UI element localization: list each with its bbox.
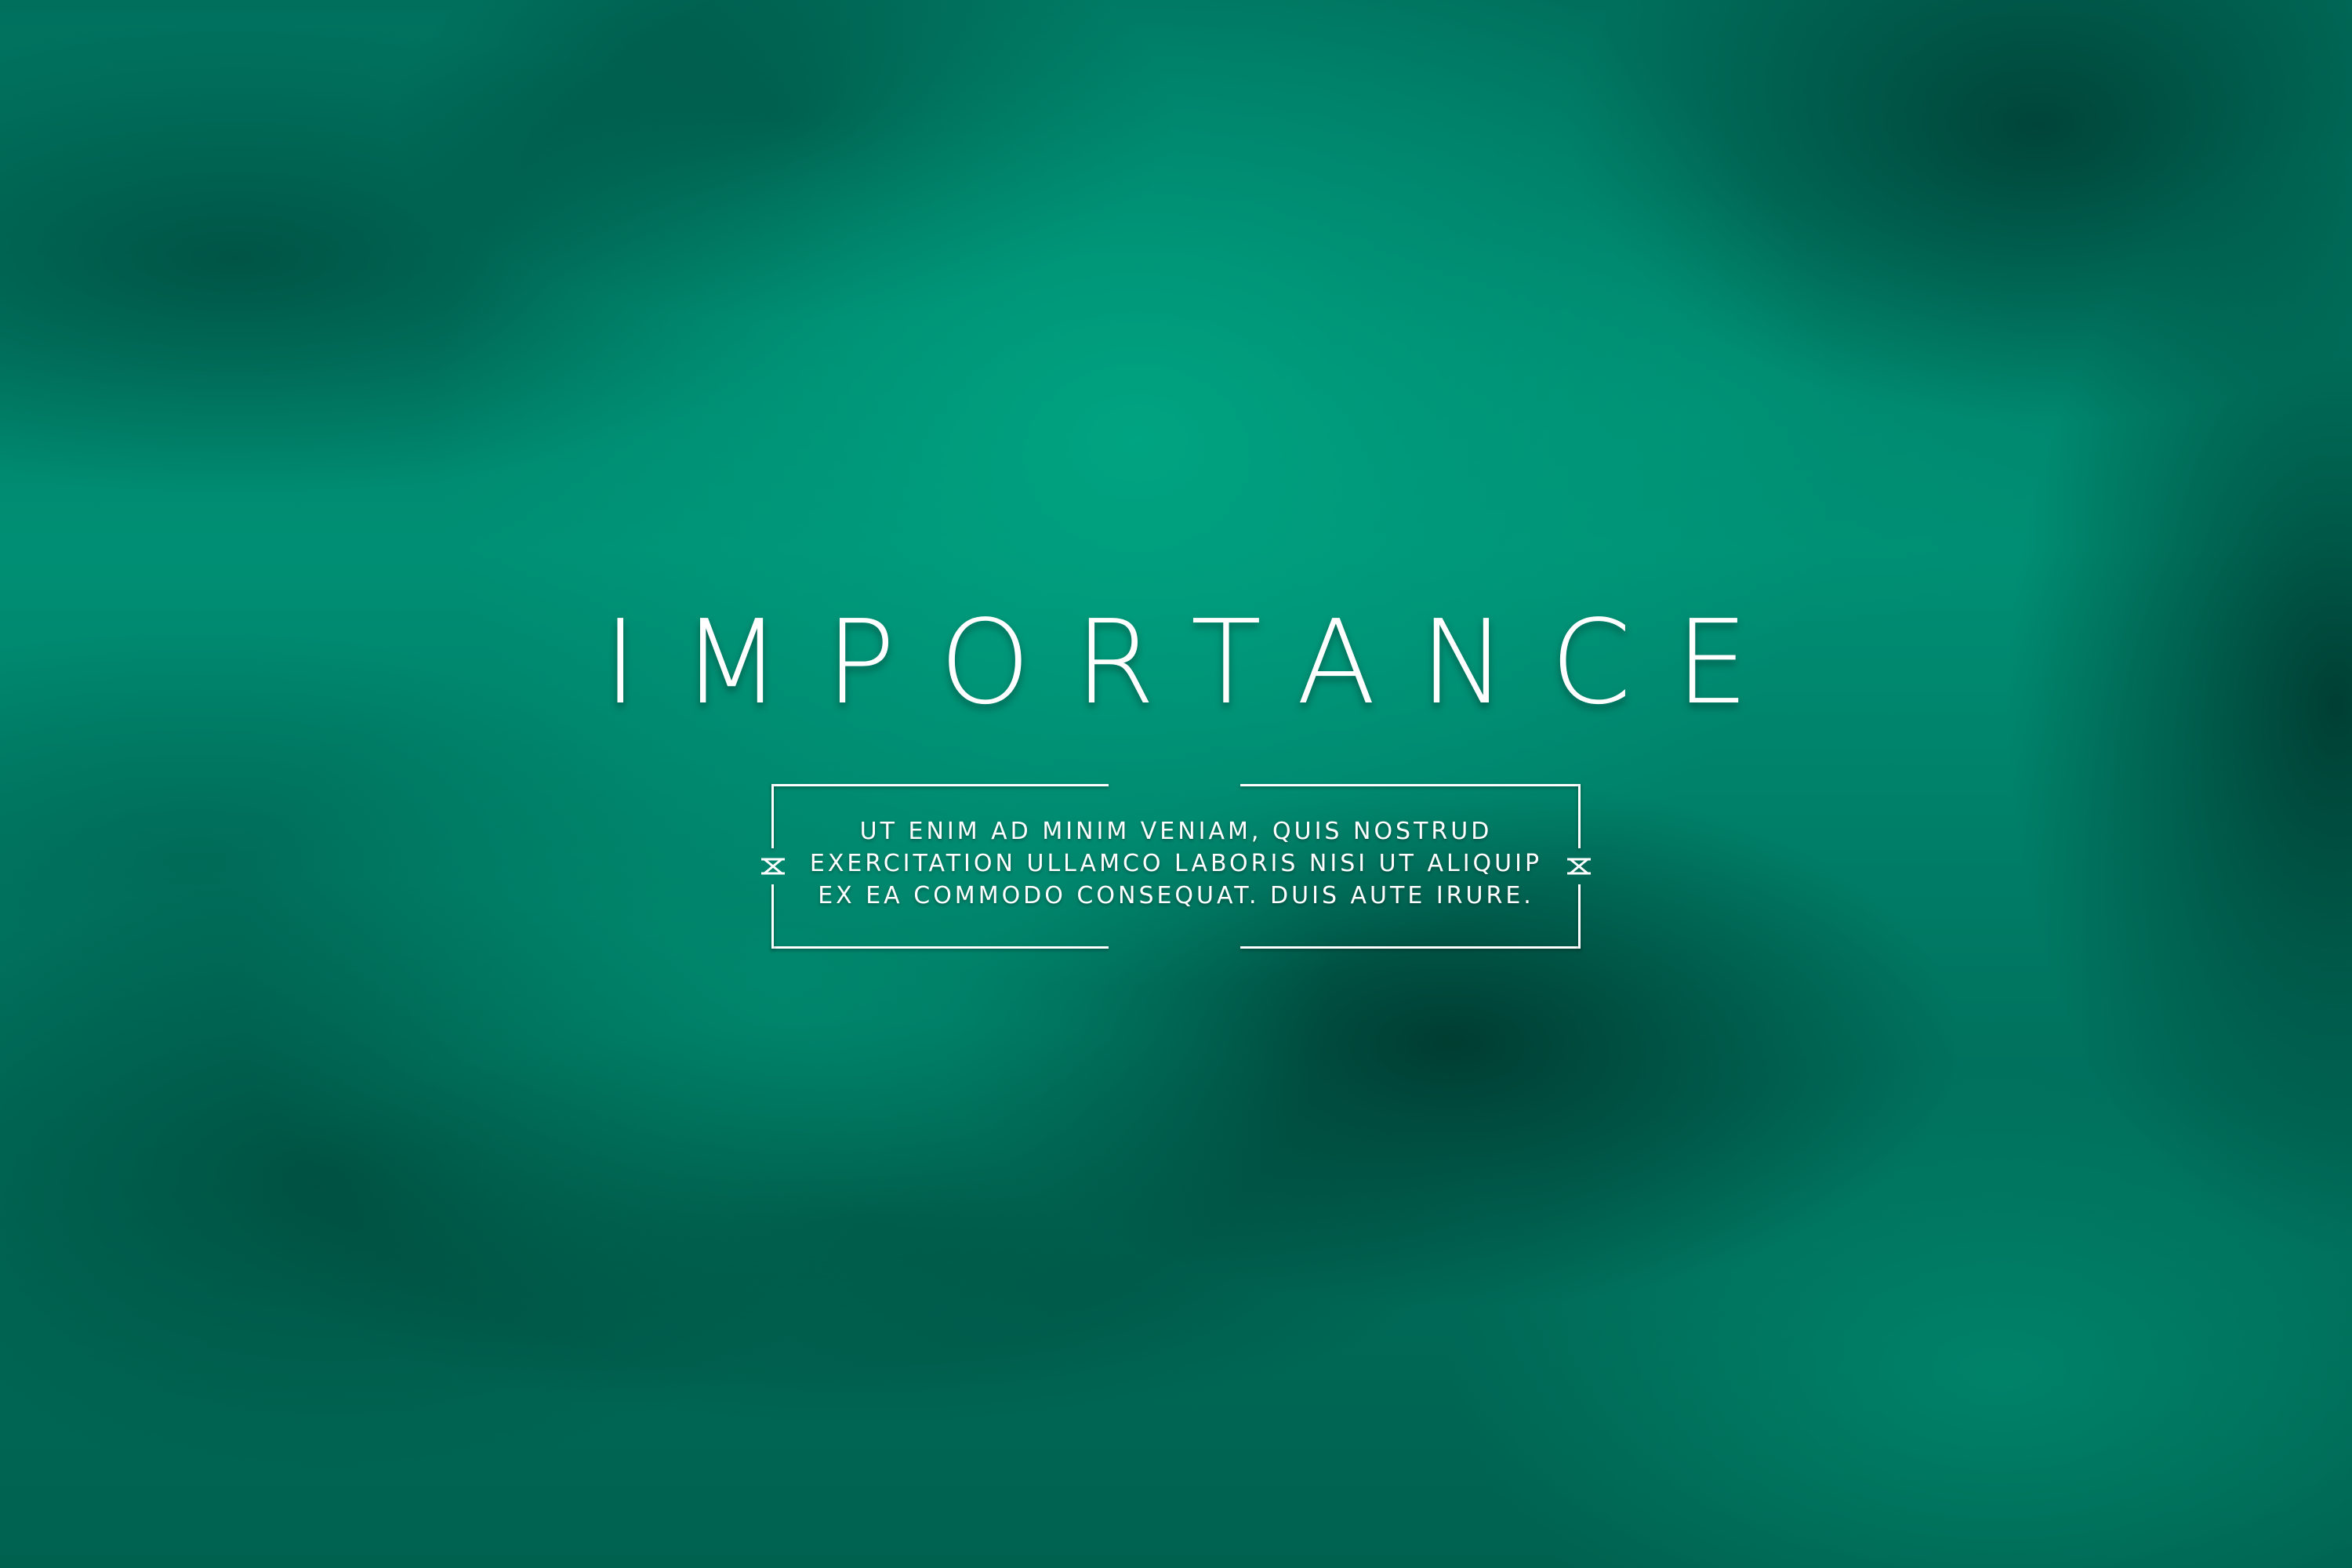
frame-line-left-upper	[771, 784, 774, 848]
page-title: IMPORTANCE	[603, 595, 1793, 730]
body-paragraph: UT ENIM AD MINIM VENIAM, QUIS NOSTRUD EX…	[803, 815, 1549, 912]
frame-line-bottom-right	[1240, 946, 1581, 949]
frame-line-left-lower	[771, 884, 774, 949]
hourglass-ornament-icon	[1567, 858, 1591, 875]
frame-line-right-upper	[1578, 784, 1581, 848]
frame-line-bottom-left	[771, 946, 1109, 949]
frame-line-right-lower	[1578, 884, 1581, 949]
body-line: UT ENIM AD MINIM VENIAM, QUIS NOSTRUD	[859, 818, 1493, 845]
body-line: EX EA COMMODO CONSEQUAT. DUIS AUTE IRURE…	[818, 882, 1534, 909]
text-frame: UT ENIM AD MINIM VENIAM, QUIS NOSTRUD EX…	[761, 784, 1591, 949]
hourglass-ornament-icon	[761, 858, 785, 875]
frame-line-top-left	[771, 784, 1109, 786]
frame-line-top-right	[1240, 784, 1581, 786]
body-line: EXERCITATION ULLAMCO LABORIS NISI UT ALI…	[809, 850, 1543, 877]
